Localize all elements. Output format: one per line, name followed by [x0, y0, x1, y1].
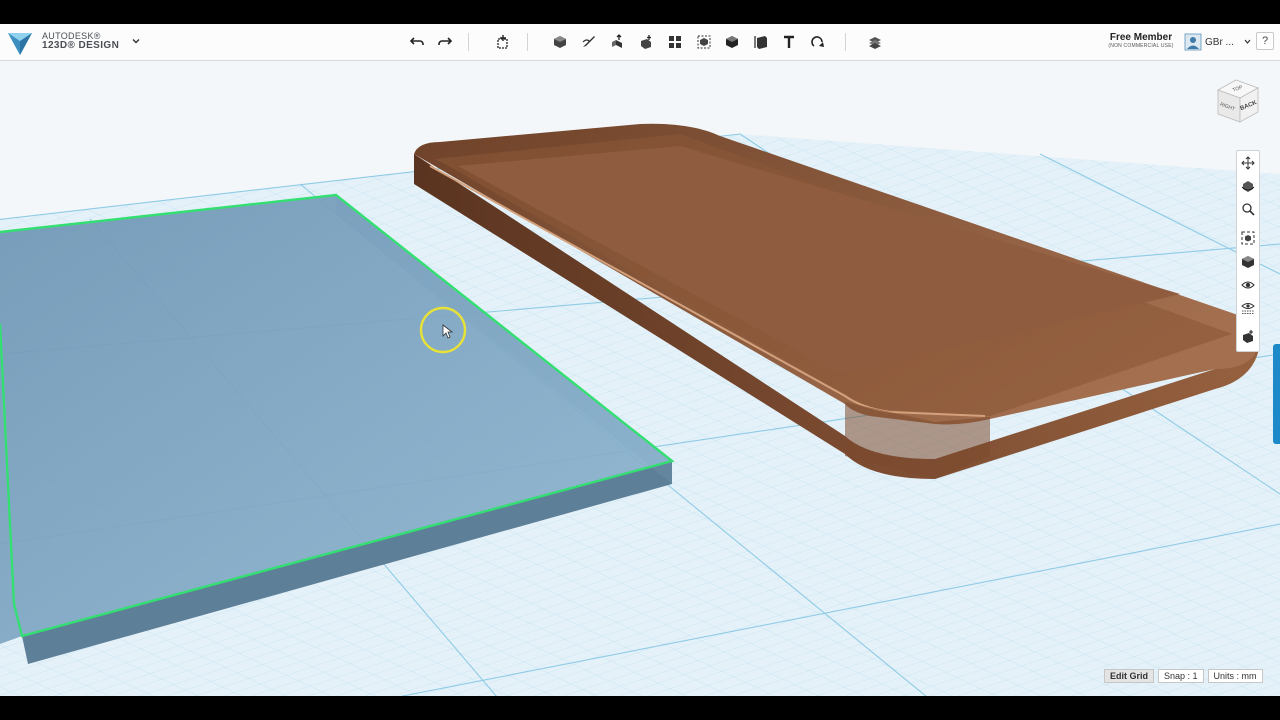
measure-icon [754, 36, 767, 49]
toolbar-divider [468, 33, 469, 51]
transform-icon [497, 35, 508, 49]
sketch-button[interactable] [579, 32, 599, 52]
text-icon [784, 35, 794, 48]
redo-icon [438, 37, 453, 45]
app-logo-icon[interactable] [6, 29, 34, 57]
undo-icon [409, 37, 424, 45]
primitives-icon [554, 36, 566, 48]
main-toolbar: AUTODESK® 123D® DESIGN Free Member (NON … [0, 24, 1280, 61]
navigation-bar [1236, 150, 1260, 352]
membership-note: (NON COMMERCIAL USE) [1108, 43, 1174, 49]
user-name: GBr ... [1205, 36, 1234, 48]
redo-button[interactable] [435, 32, 455, 52]
toolbar-divider [527, 33, 528, 51]
pattern-icon [669, 36, 681, 48]
material-view-button[interactable] [1240, 300, 1256, 316]
user-menu[interactable]: GBr ... [1184, 32, 1251, 52]
primitives-button[interactable] [550, 32, 570, 52]
help-button[interactable]: ? [1256, 32, 1274, 50]
app-window: AUTODESK® 123D® DESIGN Free Member (NON … [0, 24, 1280, 696]
material-button[interactable] [865, 32, 885, 52]
construct-icon [612, 34, 622, 48]
zoom-icon [1242, 203, 1255, 216]
chevron-down-icon [1244, 39, 1251, 44]
sketch-icon [582, 36, 595, 47]
undo-button[interactable] [407, 32, 427, 52]
views-button[interactable] [1240, 254, 1256, 270]
membership-info[interactable]: Free Member (NON COMMERCIAL USE) [1104, 33, 1178, 50]
edit-grid-button[interactable]: Edit Grid [1104, 669, 1154, 683]
orbit-icon [1241, 181, 1255, 192]
brand-product: 123D® DESIGN [42, 40, 120, 51]
combine-icon [726, 36, 738, 48]
zoom-button[interactable] [1240, 201, 1256, 217]
pattern-button[interactable] [665, 32, 685, 52]
viewcube-widget[interactable]: TOP RIGHT BACK [1214, 76, 1264, 126]
snap-icon [811, 36, 824, 47]
snap-setting[interactable]: Snap : 1 [1158, 669, 1204, 683]
pan-icon [1241, 156, 1255, 170]
transform-button[interactable] [493, 32, 513, 52]
views-icon [1242, 256, 1254, 268]
construct-button[interactable] [607, 32, 627, 52]
orbit-button[interactable] [1240, 178, 1256, 194]
grid-view-icon [1243, 330, 1253, 343]
text-button[interactable] [779, 32, 799, 52]
group-icon [697, 35, 711, 49]
viewport-canvas[interactable] [0, 61, 1280, 696]
material-view-icon [1241, 303, 1255, 314]
pan-button[interactable] [1240, 155, 1256, 171]
visibility-icon [1241, 281, 1255, 289]
material-icon [869, 37, 881, 49]
combine-button[interactable] [722, 32, 742, 52]
user-avatar-icon [1184, 33, 1202, 51]
snap-button[interactable] [808, 32, 828, 52]
chevron-down-icon [132, 39, 140, 44]
measure-button[interactable] [751, 32, 771, 52]
app-menu-button[interactable] [130, 36, 142, 48]
status-bar: Edit Grid Snap : 1 Units : mm [1104, 669, 1263, 683]
modify-icon [641, 35, 651, 49]
side-panel-toggle[interactable] [1273, 344, 1280, 444]
app-brand: AUTODESK® 123D® DESIGN [42, 31, 119, 51]
fit-icon [1241, 231, 1255, 245]
modify-button[interactable] [636, 32, 656, 52]
visibility-button[interactable] [1240, 277, 1256, 293]
membership-label: Free Member [1109, 32, 1173, 43]
grid-view-button[interactable] [1240, 328, 1256, 344]
fit-button[interactable] [1240, 230, 1256, 246]
units-setting[interactable]: Units : mm [1207, 669, 1263, 683]
toolbar-divider [845, 33, 846, 51]
group-button[interactable] [694, 32, 714, 52]
